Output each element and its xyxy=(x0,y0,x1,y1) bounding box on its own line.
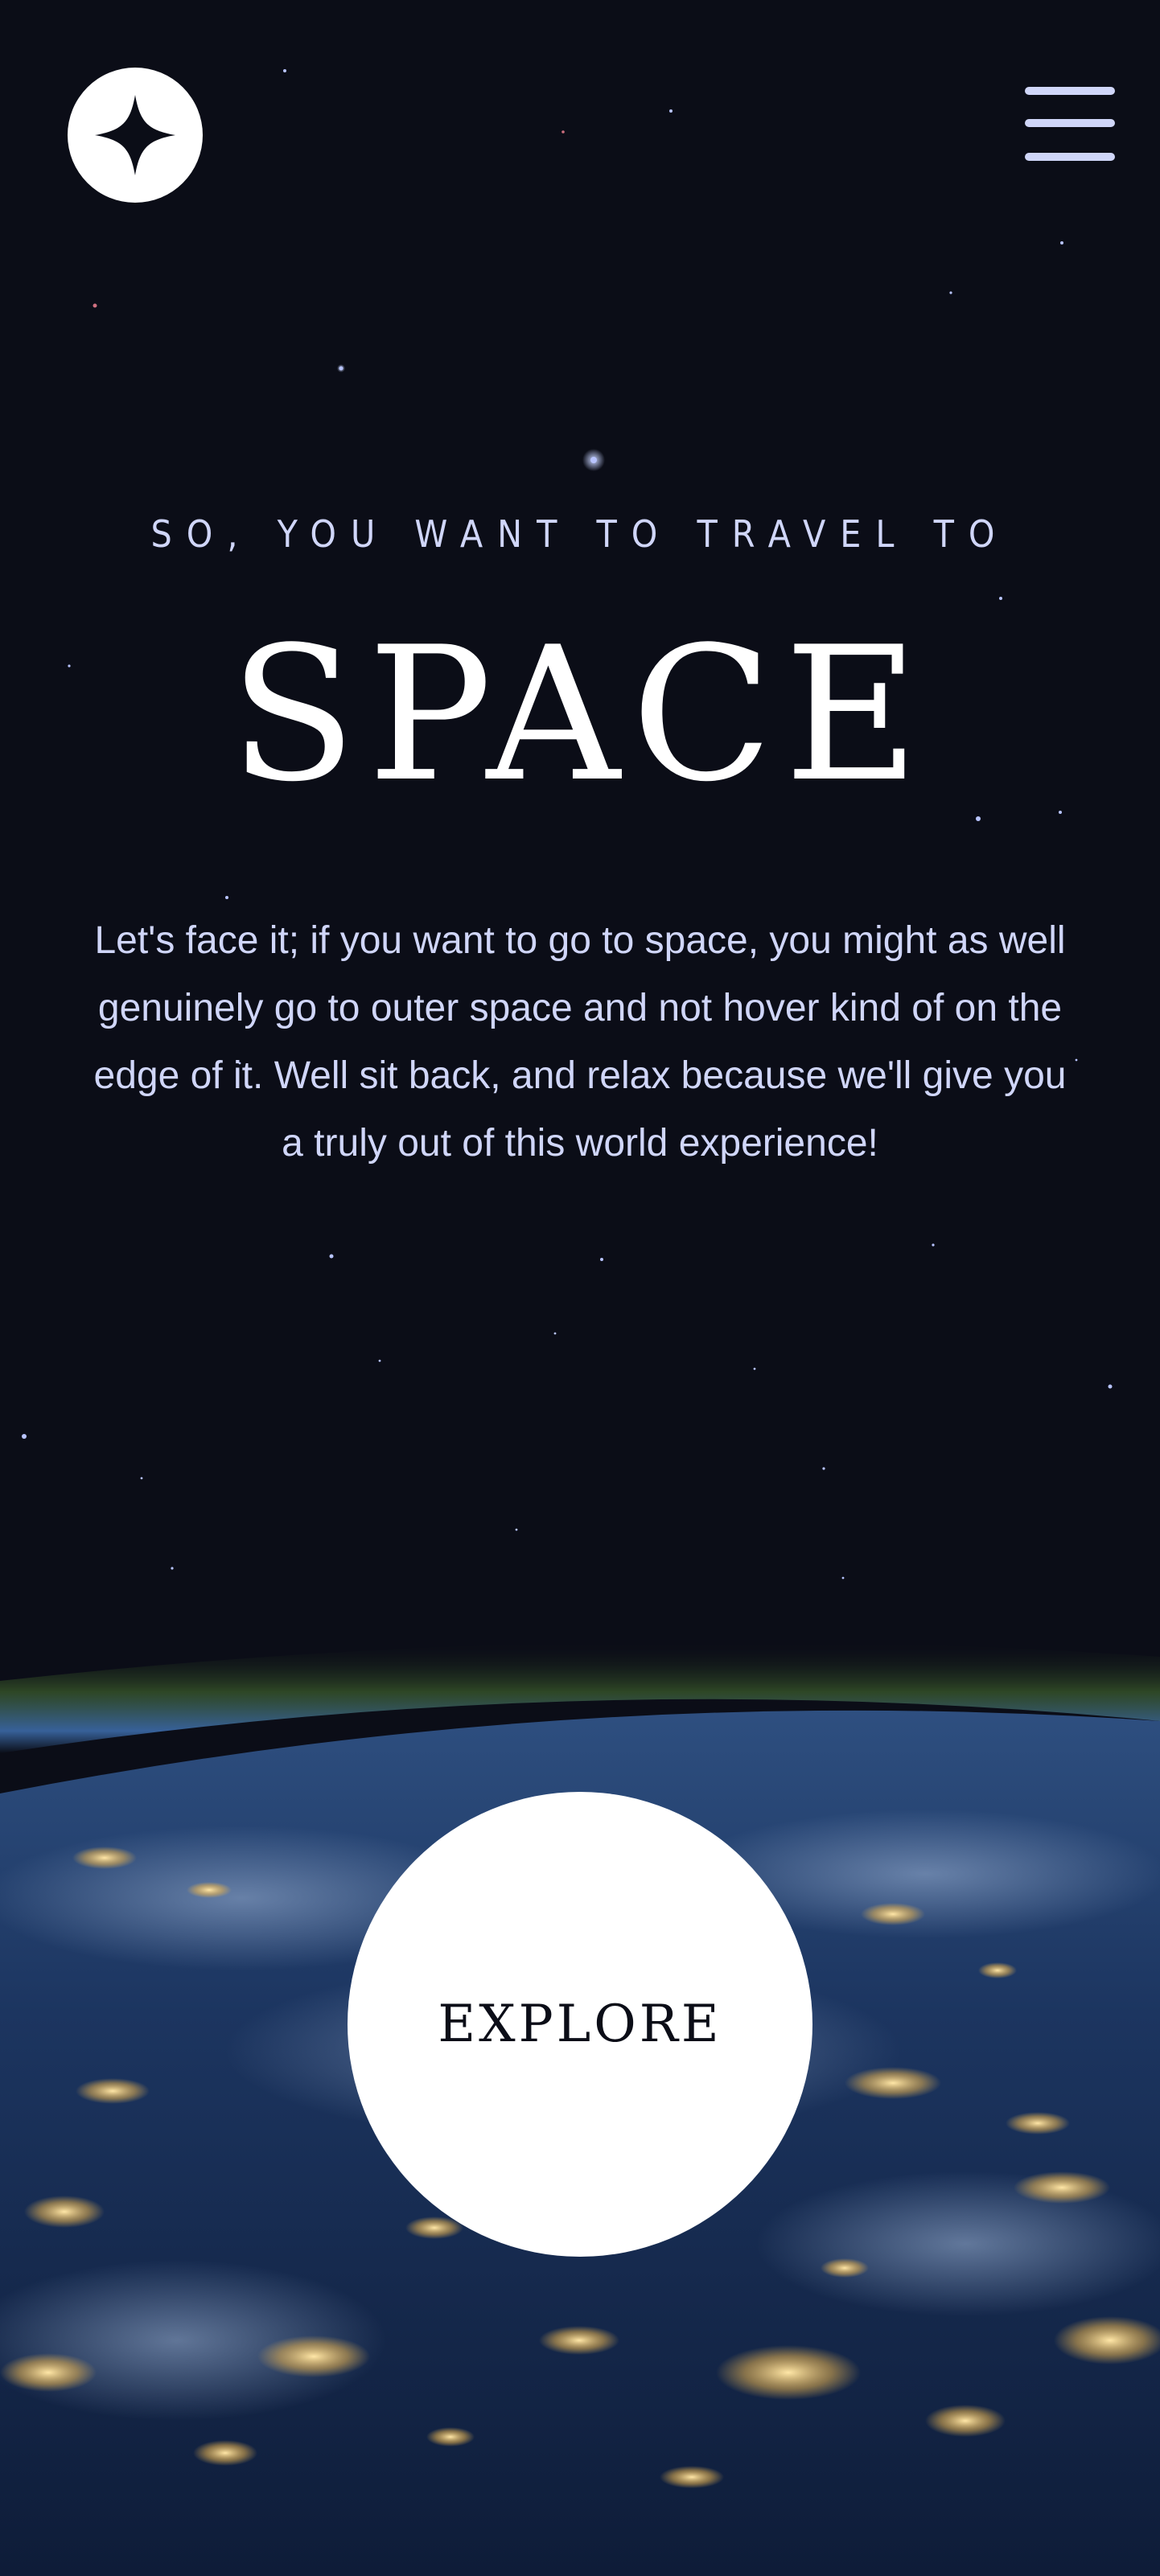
logo-home-link[interactable] xyxy=(68,68,203,203)
explore-button-label: EXPLORE xyxy=(438,1995,722,2054)
menu-bar-top xyxy=(1025,87,1115,95)
hero-description: Let's face it; if you want to go to spac… xyxy=(93,919,1067,1165)
hero-eyebrow: SO, YOU WANT TO TRAVEL TO xyxy=(150,512,1010,556)
menu-bar-middle xyxy=(1025,119,1115,127)
hero-title: SPACE xyxy=(229,608,931,823)
menu-bar-bottom xyxy=(1025,153,1115,161)
explore-button[interactable]: EXPLORE xyxy=(348,1792,812,2257)
hamburger-menu-icon[interactable] xyxy=(1025,87,1115,164)
star-logo-icon xyxy=(95,95,175,175)
